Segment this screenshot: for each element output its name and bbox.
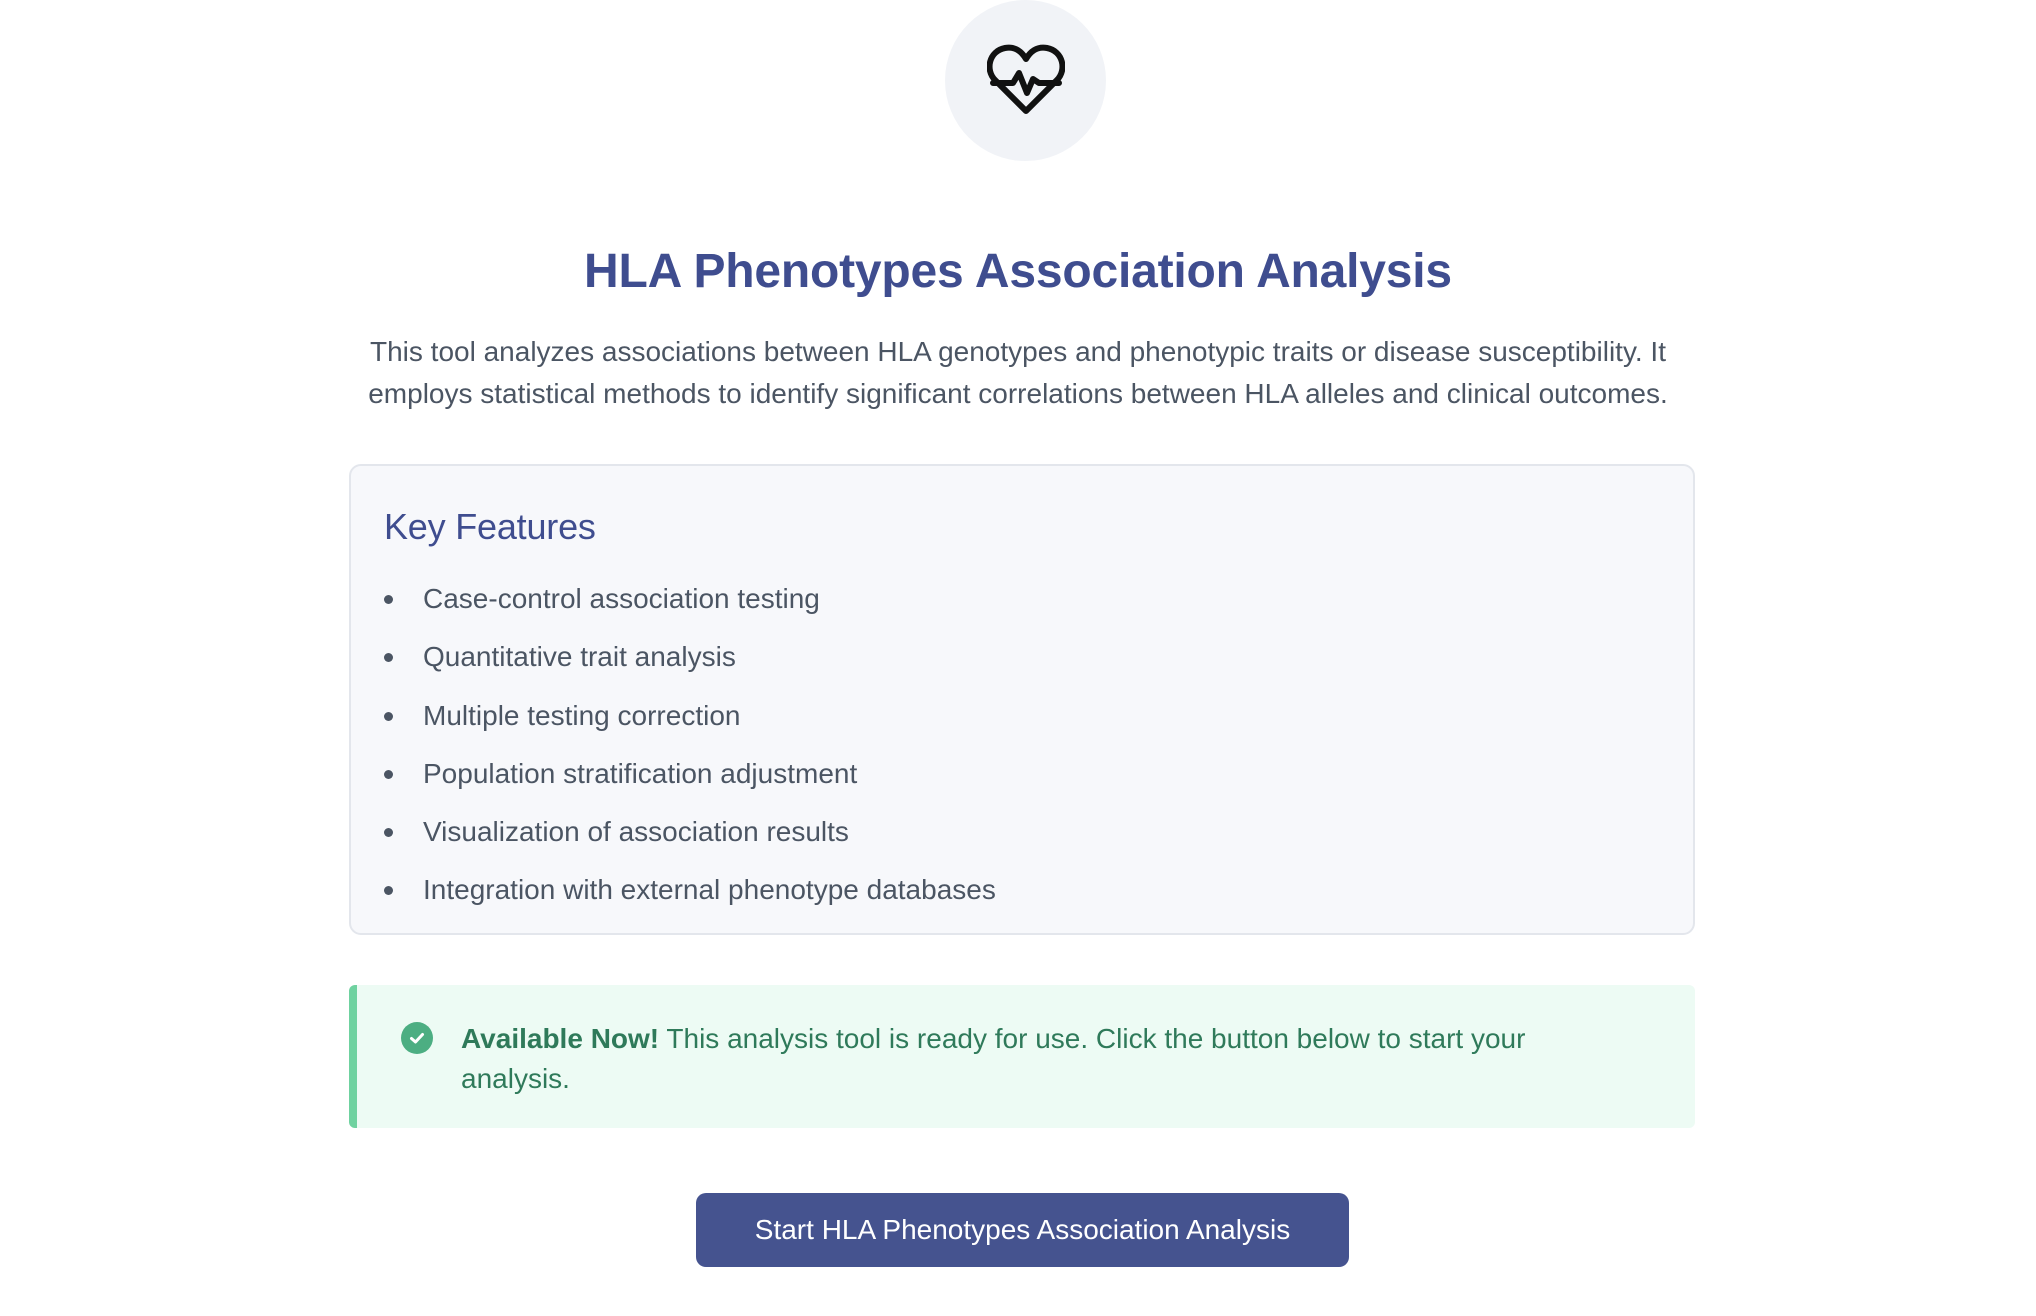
bullet-icon	[384, 653, 393, 663]
feature-item-label: Multiple testing correction	[423, 699, 741, 731]
feature-item: Population stratification adjustment	[384, 745, 996, 803]
feature-item: Case-control association testing	[384, 570, 996, 628]
key-features-title: Key Features	[384, 506, 596, 547]
feature-item-label: Visualization of association results	[423, 816, 849, 848]
bullet-icon	[384, 595, 393, 604]
bullet-icon	[384, 828, 393, 838]
availability-message: Available Now! This analysis tool is rea…	[461, 1019, 1611, 1099]
bullet-icon	[384, 711, 393, 721]
bullet-icon	[384, 769, 393, 779]
page-description: This tool analyzes associations between …	[368, 336, 1668, 409]
tool-icon-badge	[945, 0, 1106, 161]
availability-status: Available Now!	[461, 1023, 660, 1054]
feature-item-label: Integration with external phenotype data…	[423, 874, 996, 906]
tool-landing-page: HLA Phenotypes Association Analysis This…	[0, 0, 2036, 1316]
key-features-card: Key Features Case-control association te…	[349, 464, 1695, 935]
start-analysis-button[interactable]: Start HLA Phenotypes Association Analysi…	[696, 1193, 1349, 1267]
page-title: HLA Phenotypes Association Analysis	[584, 245, 1452, 299]
feature-item: Integration with external phenotype data…	[384, 861, 996, 919]
check-circle-icon	[401, 1022, 433, 1054]
feature-item-label: Case-control association testing	[423, 583, 820, 614]
feature-item-label: Population stratification adjustment	[423, 757, 858, 789]
bullet-icon	[384, 886, 393, 896]
heart-pulse-icon	[986, 44, 1065, 114]
feature-item: Quantitative trait analysis	[384, 628, 996, 686]
feature-item-label: Quantitative trait analysis	[423, 641, 736, 673]
feature-item: Multiple testing correction	[384, 687, 996, 745]
availability-alert: Available Now! This analysis tool is rea…	[349, 985, 1695, 1128]
key-features-list: Case-control association testing Quantit…	[384, 570, 996, 920]
feature-item: Visualization of association results	[384, 803, 996, 861]
